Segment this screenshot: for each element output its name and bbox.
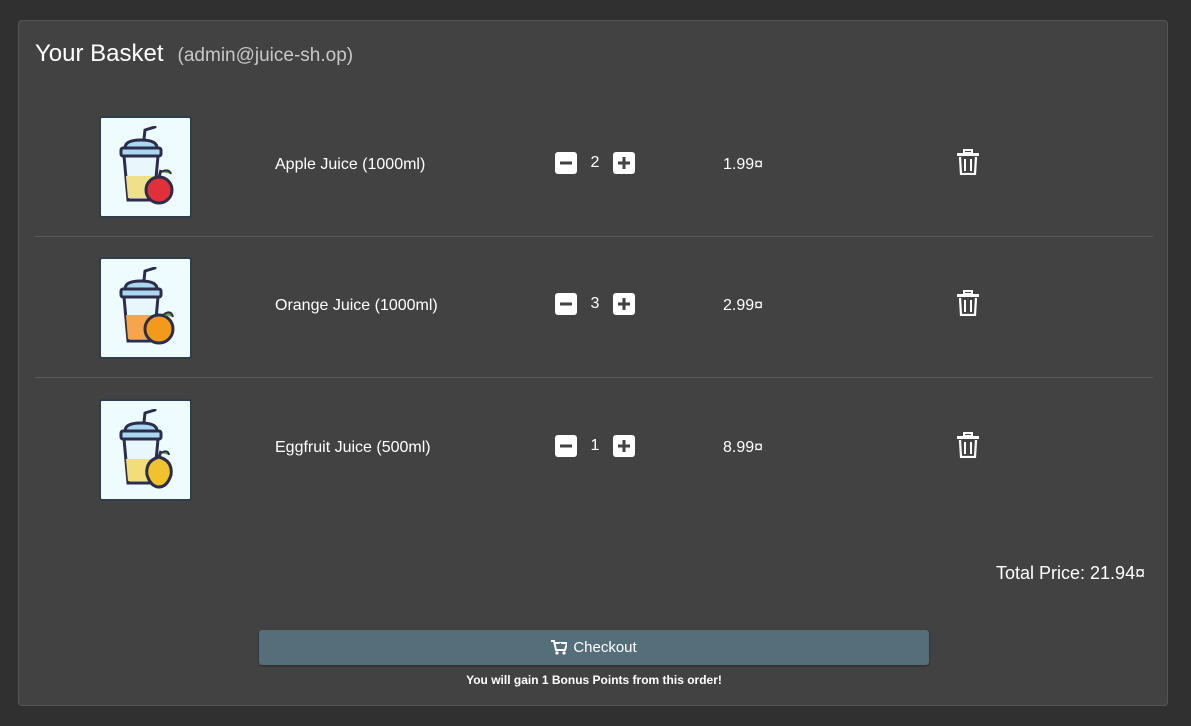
item-price: 1.99¤ (723, 156, 764, 173)
trash-icon (957, 149, 979, 176)
item-price: 8.99¤ (723, 439, 764, 456)
page-title: Your Basket (35, 40, 164, 67)
decrease-quantity-button[interactable] (555, 435, 577, 457)
trash-icon (957, 290, 979, 317)
apple-juice-image (99, 116, 192, 218)
plus-icon (618, 298, 630, 310)
basket-row: Orange Juice (1000ml) 3 2.99¤ (35, 236, 1153, 378)
plus-icon (618, 157, 630, 169)
trash-icon (957, 432, 979, 459)
basket-card: Your Basket (admin@juice-sh.op) Apple Ju… (18, 20, 1168, 706)
quantity-stepper: 1 (555, 435, 635, 457)
minus-icon (560, 444, 572, 448)
item-name: Eggfruit Juice (500ml) (275, 439, 431, 456)
user-email: (admin@juice-sh.op) (177, 45, 354, 66)
plus-icon (618, 440, 630, 452)
checkout-button[interactable]: Checkout (259, 630, 929, 665)
item-name: Apple Juice (1000ml) (275, 156, 426, 173)
total-price: Total Price: 21.94¤ (996, 563, 1146, 583)
minus-icon (560, 302, 572, 306)
bonus-points-text: You will gain 1 Bonus Points from this o… (466, 673, 722, 687)
quantity-stepper: 3 (555, 293, 635, 315)
quantity-value: 1 (590, 437, 600, 454)
item-name: Orange Juice (1000ml) (275, 297, 438, 314)
decrease-quantity-button[interactable] (555, 152, 577, 174)
quantity-stepper: 2 (555, 152, 635, 174)
basket-row: Apple Juice (1000ml) 2 1.99¤ (35, 95, 1153, 237)
checkout-label: Checkout (573, 639, 637, 656)
quantity-value: 3 (590, 295, 600, 312)
cart-icon (551, 640, 568, 655)
eggfruit-juice-image (99, 399, 192, 501)
increase-quantity-button[interactable] (613, 152, 635, 174)
orange-juice-image (99, 257, 192, 359)
minus-icon (560, 161, 572, 165)
increase-quantity-button[interactable] (613, 293, 635, 315)
delete-item-button[interactable] (957, 290, 979, 321)
quantity-value: 2 (590, 154, 600, 171)
basket-row: Eggfruit Juice (500ml) 1 8.99¤ (35, 378, 1153, 519)
basket-header: Your Basket (admin@juice-sh.op) (35, 40, 353, 68)
decrease-quantity-button[interactable] (555, 293, 577, 315)
item-price: 2.99¤ (723, 297, 764, 314)
delete-item-button[interactable] (957, 432, 979, 463)
increase-quantity-button[interactable] (613, 435, 635, 457)
delete-item-button[interactable] (957, 149, 979, 180)
